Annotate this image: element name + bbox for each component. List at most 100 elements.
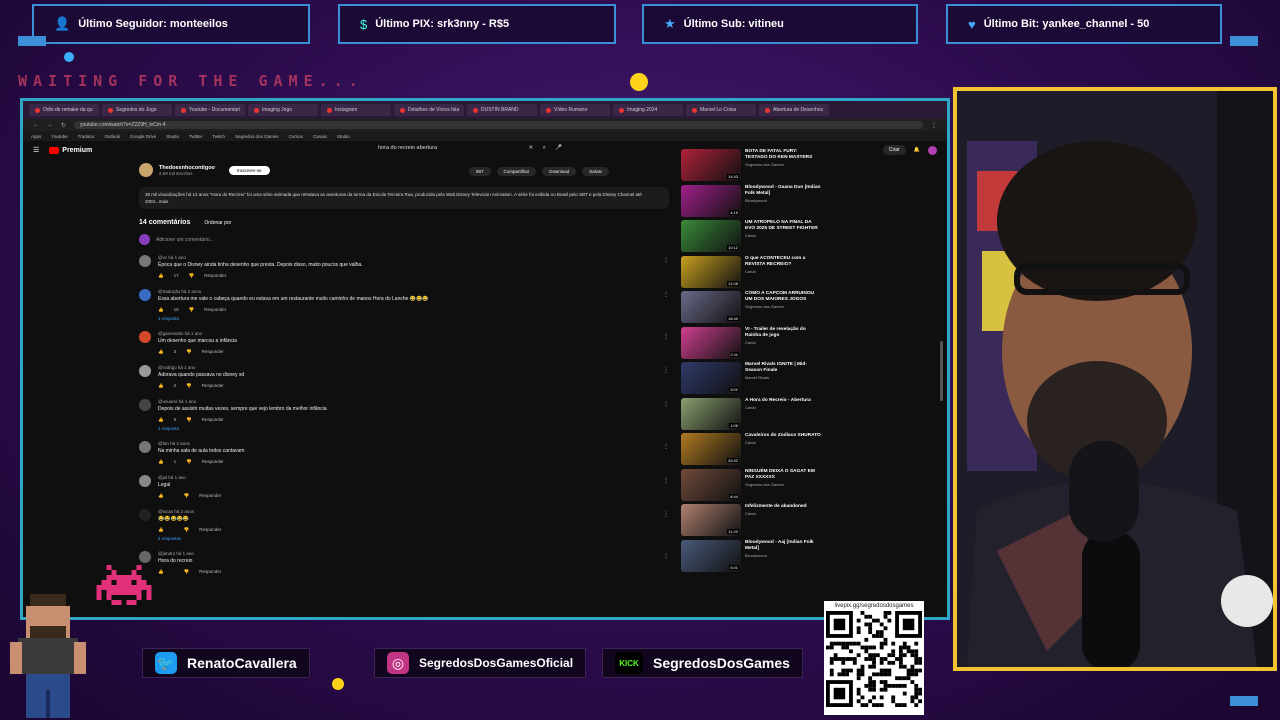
replies-toggle[interactable]: 1 resposta [158, 316, 669, 321]
menu-icon[interactable]: ☰ [33, 146, 39, 154]
browser-tab[interactable]: Vídeo Rumano [540, 104, 610, 116]
recommended-video[interactable]: 10:12 UM ATROPELO NA FINAL DA EVO 2025 DE… [681, 220, 821, 256]
dislike-icon[interactable]: 👎 [189, 273, 195, 279]
comment-avatar[interactable] [139, 475, 151, 487]
video-thumbnail[interactable]: 12:08 [681, 255, 741, 288]
recommended-video[interactable]: 8:44 NINGUÉM DEIXA O SAGAT EM PAZ XXXXXX S… [681, 468, 821, 505]
browser-tab[interactable]: Instagram [321, 104, 391, 116]
bookmark[interactable]: Apps [31, 134, 41, 139]
bookmark[interactable]: Outlook [104, 134, 120, 139]
reply-button[interactable]: Responder [204, 307, 226, 313]
video-thumbnail[interactable]: 18:40 [681, 291, 741, 323]
replies-toggle[interactable]: 1 resposta [158, 426, 669, 431]
video-thumbnail[interactable]: 2:11 [681, 326, 741, 359]
like-icon[interactable]: 👍 [158, 273, 164, 279]
dislike-icon[interactable]: 👎 [189, 307, 195, 313]
video-title[interactable]: Bloodywood - Gaana Dun [Indian Folk Meta… [745, 185, 821, 197]
browser-tab[interactable]: Detalhes de Vícios fala [394, 104, 464, 116]
comment-avatar[interactable] [139, 365, 151, 377]
reply-button[interactable]: Responder [202, 349, 224, 355]
dislike-icon[interactable]: 👎 [186, 349, 192, 355]
recommended-video[interactable]: 11:20 Infelizmente de abandoned Canal [681, 504, 821, 540]
browser-tab[interactable]: Marvel Lo Coisa [686, 104, 756, 116]
comment-menu-icon[interactable]: ⋮ [663, 291, 669, 298]
comment-avatar[interactable] [139, 331, 151, 343]
browser-tab[interactable]: DUSTIN BRAND [467, 104, 537, 116]
comment-menu-icon[interactable]: ⋮ [663, 401, 669, 408]
video-title[interactable]: UM ATROPELO NA FINAL DA EVO 2025 DE STRE… [745, 220, 821, 232]
like-icon[interactable]: 👍 [158, 307, 164, 313]
video-title[interactable]: Infelizmente de abandoned [745, 504, 807, 510]
comment-avatar[interactable] [139, 289, 151, 301]
forward-icon[interactable]: → [47, 122, 53, 128]
add-comment-input[interactable]: Adicione um comentário... [156, 237, 214, 243]
video-title[interactable]: Cavaleiros do Zodíaco SHURATO [745, 433, 821, 439]
comment-avatar[interactable] [139, 441, 151, 453]
comment-author[interactable]: @tradução há 2 anos [158, 289, 669, 294]
youtube-logo[interactable]: Premium [49, 146, 92, 154]
video-channel[interactable]: Segredos dos Games [745, 304, 821, 309]
browser-tab[interactable]: Imaging Jogo [248, 104, 318, 116]
browser-tab[interactable]: Odio de remake da qu [29, 104, 99, 116]
recommended-video[interactable]: 18:40 COMO A CAPCOM ARRUINOU UM DOS MAIOR… [681, 291, 821, 327]
video-channel[interactable]: Canal [745, 511, 807, 516]
dislike-icon[interactable]: 👎 [184, 493, 190, 499]
extensions-icon[interactable]: ⋮ [931, 122, 937, 129]
recommended-video[interactable]: 14:43 BOTA DE FATAL FURY: TESTADO DO KEN … [681, 149, 821, 185]
qr-code[interactable] [826, 611, 922, 707]
video-thumbnail[interactable]: 5:01 [681, 539, 741, 572]
video-title[interactable]: NINGUÉM DEIXA O SAGAT EM PAZ XXXXXX [745, 469, 821, 481]
comment-avatar[interactable] [139, 399, 151, 411]
video-channel[interactable]: Canal [745, 405, 811, 410]
video-thumbnail[interactable]: 10:12 [681, 220, 741, 252]
reply-button[interactable]: Responder [202, 383, 224, 389]
video-description[interactable]: 39 mil visualizações há 12 anos "Hora do… [139, 187, 669, 209]
video-title[interactable]: A Hora do Recreio - Abertura [745, 398, 811, 404]
create-button[interactable]: Criar [882, 145, 906, 155]
comment-menu-icon[interactable]: ⋮ [663, 257, 669, 264]
share-button[interactable]: Compartilhar [496, 167, 537, 176]
comment-menu-icon[interactable]: ⋮ [663, 443, 669, 450]
dislike-icon[interactable]: 👎 [186, 459, 192, 465]
channel-name[interactable]: Thedoesnhocontigoo [159, 165, 215, 171]
video-thumbnail[interactable]: 3:02 [681, 362, 741, 394]
bookmark[interactable]: Studio [337, 134, 350, 139]
reload-icon[interactable]: ↻ [61, 122, 66, 129]
reply-button[interactable]: Responder [199, 569, 221, 575]
reply-button[interactable]: Responder [199, 493, 221, 499]
video-channel[interactable]: Marvel Rivals [745, 375, 821, 380]
reply-button[interactable]: Responder [199, 527, 221, 533]
like-icon[interactable]: 👍 [158, 459, 164, 465]
video-title[interactable]: Marvel Rivals IGNITE | Mid-Season Finale [745, 362, 821, 374]
video-thumbnail[interactable]: 1:06 [681, 397, 741, 430]
comment-menu-icon[interactable]: ⋮ [663, 333, 669, 340]
reply-button[interactable]: Responder [204, 273, 226, 279]
video-thumbnail[interactable]: 14:43 [681, 149, 741, 181]
like-icon[interactable]: 👍 [158, 493, 164, 499]
video-channel[interactable]: Segredos dos Games [745, 482, 821, 487]
dislike-icon[interactable]: 👎 [186, 383, 192, 389]
browser-tab[interactable]: Abertura de Desenhos [759, 104, 829, 116]
subscribe-button[interactable]: Inscrever-se [228, 165, 270, 175]
dislike-icon[interactable]: 👎 [184, 527, 190, 533]
recommended-video[interactable]: 25:32 Cavaleiros do Zodíaco SHURATO Canal [681, 433, 821, 469]
address-bar[interactable]: youtube.com/watch?v=Z2Z9H_tvCm-4 [74, 121, 923, 129]
video-title[interactable]: COMO A CAPCOM ARRUINOU UM DOS MAIORES JO… [745, 291, 821, 303]
comment-author[interactable]: @jandro há 1 ano [158, 551, 669, 556]
reply-button[interactable]: Responder [202, 417, 224, 423]
download-button[interactable]: Download [542, 167, 577, 176]
video-thumbnail[interactable]: 25:32 [681, 433, 741, 465]
search-icon[interactable]: ⌕ [543, 145, 546, 151]
save-button[interactable]: Salvar [582, 167, 610, 176]
bookmark[interactable]: Youtube [51, 134, 67, 139]
channel-avatar[interactable] [139, 163, 153, 177]
like-icon[interactable]: 👍 [158, 417, 164, 423]
comment-menu-icon[interactable]: ⋮ [663, 553, 669, 560]
comment-avatar[interactable] [139, 255, 151, 267]
back-icon[interactable]: ← [33, 122, 39, 128]
like-icon[interactable]: 👍 [158, 569, 164, 575]
recommended-video[interactable]: 5:01 Bloodywood - Aaj [Indian Folk Metal]… [681, 539, 821, 576]
like-button[interactable]: 887 [469, 167, 491, 176]
video-channel[interactable]: Canal [745, 440, 821, 445]
comment-author[interactable]: @rodrigo há 1 ano [158, 365, 669, 370]
